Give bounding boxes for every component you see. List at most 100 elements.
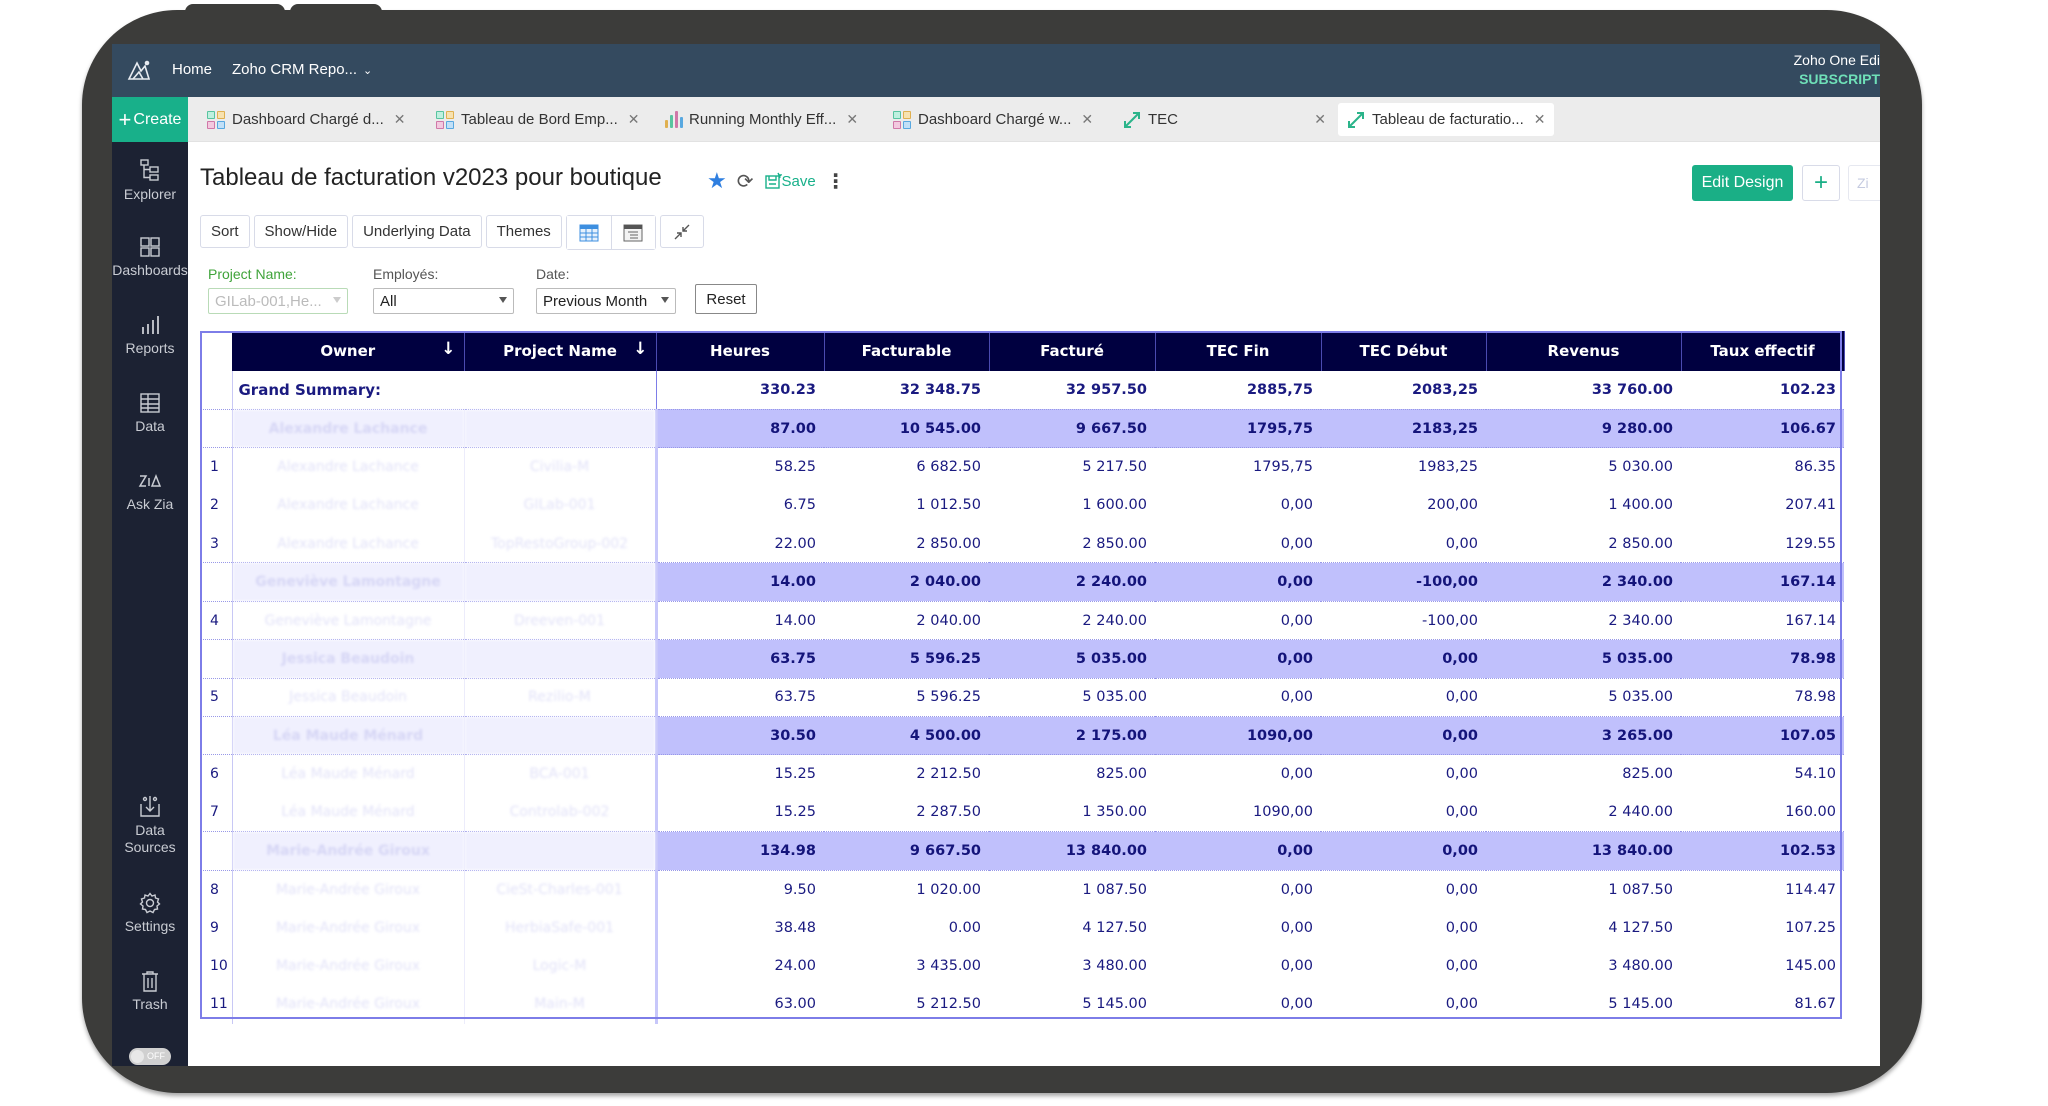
sidebar-item-trash[interactable]: Trash xyxy=(112,970,188,1013)
table-row[interactable]: 7 Léa Maude Ménard Controlab-002 15.25 2 287… xyxy=(200,793,1844,832)
column-header-project-name[interactable]: Project Name ↓ xyxy=(464,331,657,371)
cell-owner[interactable]: Alexandre Lachance xyxy=(232,408,465,449)
cell-project-name[interactable]: GILab-001 xyxy=(464,486,658,525)
tab-running-monthly-eff[interactable]: Running Monthly Eff... ✕ xyxy=(655,103,866,136)
sidebar-item-data-sources[interactable]: Data Sources xyxy=(112,794,188,856)
table-row[interactable]: 2 Alexandre Lachance GILab-001 6.75 1 012.50… xyxy=(200,486,1844,525)
cell-owner[interactable]: Jessica Beaudoin xyxy=(232,639,465,679)
sort-arrow-icon[interactable]: ↓ xyxy=(633,339,647,359)
tab-dashboard-charge-d[interactable]: Dashboard Chargé d... ✕ xyxy=(198,103,414,136)
cell-project-name[interactable] xyxy=(464,831,658,871)
underlying-data-button[interactable]: Underlying Data xyxy=(352,215,482,248)
cell-owner[interactable]: Alexandre Lachance xyxy=(232,486,465,525)
save-button[interactable]: Save xyxy=(764,172,816,190)
cell-owner[interactable]: Marie-Andrée Giroux xyxy=(232,870,465,909)
cell-owner[interactable]: Marie-Andrée Giroux xyxy=(232,946,465,986)
table-row[interactable]: 8 Marie-Andrée Giroux CieSt-Charles-001 9.5… xyxy=(200,870,1844,909)
table-row[interactable]: 6 Léa Maude Ménard BCA-001 15.25 2 212.50 825… xyxy=(200,754,1844,794)
sidebar-item-data[interactable]: Data xyxy=(112,392,188,435)
table-row[interactable]: 1 Alexandre Lachance Civilia-M 58.25 6 682.5… xyxy=(200,447,1844,487)
close-icon[interactable]: ✕ xyxy=(1534,111,1546,128)
cell-project-name[interactable]: Main-M xyxy=(464,985,658,1024)
table-row[interactable]: 3 Alexandre Lachance TopRestoGroup-002 22.0… xyxy=(200,524,1844,563)
sidebar-item-reports[interactable]: Reports xyxy=(112,314,188,357)
star-icon[interactable]: ★ xyxy=(707,168,727,194)
cell-project-name[interactable] xyxy=(464,562,658,602)
zia-button[interactable]: Zi xyxy=(1848,165,1880,201)
cell-owner[interactable]: Marie-Andrée Giroux xyxy=(232,831,465,871)
close-icon[interactable]: ✕ xyxy=(394,111,406,128)
project-name-select[interactable]: GILab-001,He... xyxy=(208,288,348,314)
tab-tec[interactable]: TEC ✕ xyxy=(1114,103,1334,136)
cell-project-name[interactable]: TopRestoGroup-002 xyxy=(464,524,658,563)
tabular-view-button[interactable] xyxy=(566,216,611,249)
tab-tableau-de-bord-emp[interactable]: Tableau de Bord Emp... ✕ xyxy=(427,103,648,136)
zoho-analytics-logo-icon[interactable] xyxy=(127,59,151,81)
close-icon[interactable]: ✕ xyxy=(628,111,640,128)
cell-owner[interactable]: Jessica Beaudoin xyxy=(232,678,465,717)
cell-project-name[interactable]: Controlab-002 xyxy=(464,793,658,832)
more-options-icon[interactable]: ⋮ xyxy=(826,169,846,194)
group-summary-row[interactable]: Alexandre Lachance 87.00 10 545.00 9 667.50… xyxy=(200,408,1844,449)
cell-project-name[interactable]: Logic-M xyxy=(464,946,658,986)
column-header-owner[interactable]: Owner ↓ xyxy=(232,331,465,371)
sort-arrow-icon[interactable]: ↓ xyxy=(441,339,455,359)
table-row[interactable]: 5 Jessica Beaudoin Rezilio-M 63.75 5 596.25 5… xyxy=(200,678,1844,717)
employes-select[interactable]: All xyxy=(373,288,514,314)
add-button[interactable]: + xyxy=(1802,165,1840,201)
cell-owner[interactable]: Léa Maude Ménard xyxy=(232,716,465,756)
close-icon[interactable]: ✕ xyxy=(1314,111,1326,128)
column-header-tec-debut[interactable]: TEC Début xyxy=(1321,331,1487,371)
close-icon[interactable]: ✕ xyxy=(1081,111,1093,128)
cell-project-name[interactable]: Rezilio-M xyxy=(464,678,658,717)
cell-owner[interactable]: Alexandre Lachance xyxy=(232,447,465,487)
cell-owner[interactable]: Marie-Andrée Giroux xyxy=(232,908,465,947)
table-row[interactable]: 11 Marie-Andrée Giroux Main-M 63.00 5 212.50… xyxy=(200,985,1844,1024)
group-summary-row[interactable]: Geneviève Lamontagne 14.00 2 040.00 2 240.0… xyxy=(200,562,1844,602)
column-header-facture[interactable]: Facturé xyxy=(989,331,1156,371)
table-row[interactable]: 9 Marie-Andrée Giroux HerbiaSafe-001 38.48 0… xyxy=(200,908,1844,947)
cell-owner[interactable]: Léa Maude Ménard xyxy=(232,754,465,794)
workspace-dropdown[interactable]: Zoho CRM Repo... ⌄ xyxy=(232,61,372,78)
home-link[interactable]: Home xyxy=(172,61,212,78)
viewer-toggle[interactable]: OFF xyxy=(129,1048,171,1065)
table-row[interactable]: 4 Geneviève Lamontagne Dreeven-001 14.00 2 0… xyxy=(200,601,1844,640)
cell-owner[interactable]: Marie-Andrée Giroux xyxy=(232,985,465,1024)
edit-design-button[interactable]: Edit Design xyxy=(1692,165,1793,201)
reset-button[interactable]: Reset xyxy=(695,284,757,314)
cell-owner[interactable]: Geneviève Lamontagne xyxy=(232,562,465,602)
column-header-heures[interactable]: Heures xyxy=(656,331,825,371)
themes-button[interactable]: Themes xyxy=(485,215,562,248)
column-header-revenus[interactable]: Revenus xyxy=(1486,331,1682,371)
create-button[interactable]: + Create xyxy=(112,97,188,142)
compact-view-button[interactable] xyxy=(610,216,655,249)
show-hide-button[interactable]: Show/Hide xyxy=(253,215,349,248)
cell-project-name[interactable]: Civilia-M xyxy=(464,447,658,487)
tab-dashboard-charge-w[interactable]: Dashboard Chargé w... ✕ xyxy=(884,103,1101,136)
cell-project-name[interactable]: Dreeven-001 xyxy=(464,601,658,640)
cell-project-name[interactable] xyxy=(464,408,658,449)
cell-project-name[interactable]: HerbiaSafe-001 xyxy=(464,908,658,947)
group-summary-row[interactable]: Marie-Andrée Giroux 134.98 9 667.50 13 840.… xyxy=(200,831,1844,871)
cell-project-name[interactable] xyxy=(464,716,658,756)
subscription-link[interactable]: SUBSCRIPT xyxy=(1790,71,1880,87)
column-header-taux-effectif[interactable]: Taux effectif xyxy=(1681,331,1845,371)
date-select[interactable]: Previous Month xyxy=(536,288,676,314)
column-header-tec-fin[interactable]: TEC Fin xyxy=(1155,331,1322,371)
collapse-button[interactable] xyxy=(659,215,704,248)
cell-project-name[interactable]: CieSt-Charles-001 xyxy=(464,870,658,909)
sidebar-item-dashboards[interactable]: Dashboards xyxy=(112,236,188,279)
cell-project-name[interactable]: BCA-001 xyxy=(464,754,658,794)
cell-owner[interactable]: Léa Maude Ménard xyxy=(232,793,465,832)
group-summary-row[interactable]: Léa Maude Ménard 30.50 4 500.00 2 175.00 109… xyxy=(200,716,1844,756)
sidebar-item-ask-zia[interactable]: Ask Zia xyxy=(112,470,188,513)
group-summary-row[interactable]: Jessica Beaudoin 63.75 5 596.25 5 035.00 0,0… xyxy=(200,639,1844,679)
refresh-icon[interactable]: ⟳ xyxy=(737,169,754,194)
column-header-facturable[interactable]: Facturable xyxy=(824,331,990,371)
tab-tableau-de-facturation[interactable]: Tableau de facturatio... ✕ xyxy=(1338,103,1554,136)
cell-project-name[interactable] xyxy=(464,639,658,679)
cell-owner[interactable]: Geneviève Lamontagne xyxy=(232,601,465,640)
sidebar-item-settings[interactable]: Settings xyxy=(112,892,188,935)
close-icon[interactable]: ✕ xyxy=(846,111,858,128)
table-row[interactable]: 10 Marie-Andrée Giroux Logic-M 24.00 3 435.0… xyxy=(200,946,1844,986)
